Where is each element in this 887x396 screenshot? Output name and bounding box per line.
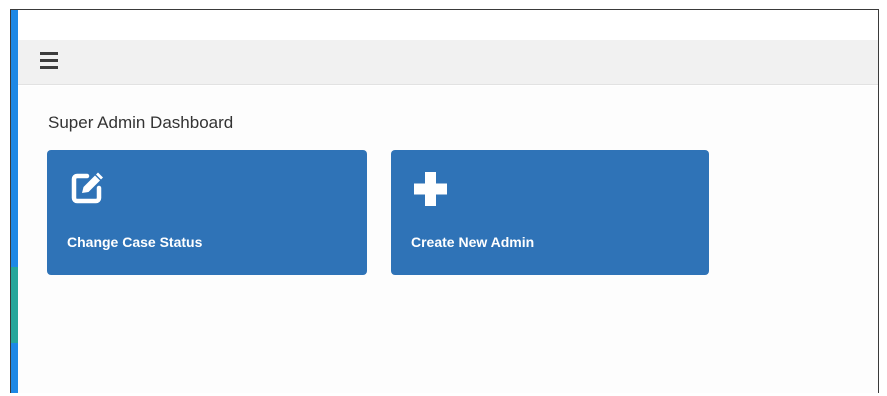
change-case-status-tile[interactable]: Change Case Status (47, 150, 367, 275)
top-navbar (18, 10, 878, 86)
create-new-admin-tile[interactable]: Create New Admin (391, 150, 709, 275)
tile-label: Change Case Status (67, 234, 203, 250)
tile-label: Create New Admin (411, 234, 535, 250)
hamburger-menu-icon[interactable] (40, 52, 58, 70)
plus-icon (414, 172, 447, 206)
edit-icon (71, 172, 103, 204)
navbar-strip (18, 40, 878, 85)
left-accent-bar-segment (11, 267, 18, 343)
page-title: Super Admin Dashboard (48, 113, 234, 132)
app-window: Super Admin Dashboard Change Case Status… (10, 9, 879, 393)
